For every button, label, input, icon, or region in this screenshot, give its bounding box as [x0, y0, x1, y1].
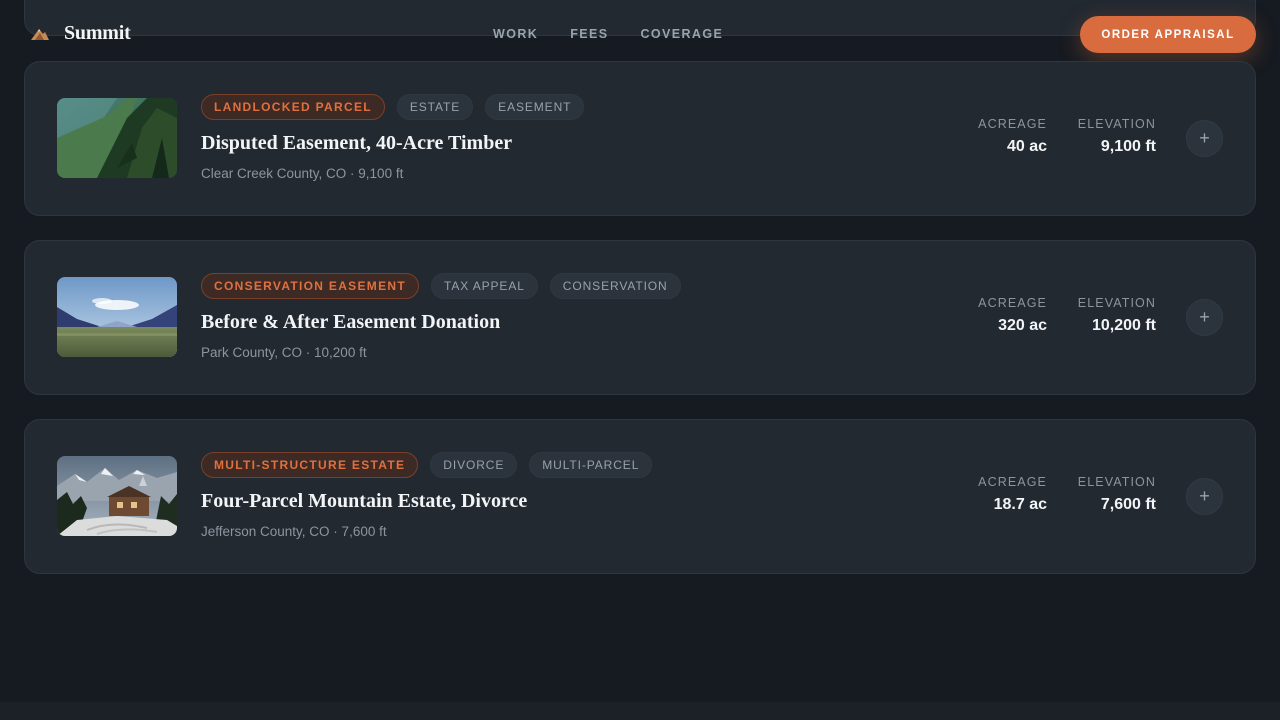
primary-tag[interactable]: CONSERVATION EASEMENT — [201, 273, 419, 299]
primary-tag[interactable]: LANDLOCKED PARCEL — [201, 94, 385, 120]
acreage-stat: ACREAGE 320 ac — [978, 296, 1047, 335]
acreage-label: ACREAGE — [978, 296, 1047, 310]
tag[interactable]: MULTI-PARCEL — [529, 452, 653, 478]
elevation-label: ELEVATION — [1077, 475, 1156, 489]
tag[interactable]: CONSERVATION — [549, 273, 681, 299]
card-location: Jefferson County, CO · 7,600 ft — [201, 524, 387, 539]
elevation-stat: ELEVATION 7,600 ft — [1078, 475, 1156, 514]
acreage-label: ACREAGE — [978, 117, 1047, 131]
acreage-label: ACREAGE — [978, 475, 1047, 489]
brand-name: Summit — [64, 22, 131, 44]
tag[interactable]: EASEMENT — [485, 94, 585, 120]
tag[interactable]: ESTATE — [396, 94, 474, 120]
mountain-logo-icon — [31, 28, 49, 40]
acreage-stat: ACREAGE 18.7 ac — [978, 475, 1047, 514]
acreage-value: 40 ac — [1006, 138, 1047, 155]
card-title[interactable]: Disputed Easement, 40-Acre Timber — [201, 132, 512, 155]
tag-list: CONSERVATION EASEMENT TAX APPEAL CONSERV… — [201, 273, 681, 299]
plus-icon[interactable]: + — [1186, 478, 1223, 515]
acreage-value: 320 ac — [998, 317, 1047, 334]
forest-mountainside-photo — [57, 98, 177, 178]
elevation-value: 10,200 ft — [1091, 317, 1156, 334]
elevation-value: 9,100 ft — [1100, 138, 1156, 155]
acreage-stat: ACREAGE 40 ac — [978, 117, 1047, 156]
card-title[interactable]: Before & After Easement Donation — [201, 311, 500, 334]
site-header: Summit WORK FEES COVERAGE ORDER APPRAISA… — [0, 0, 1280, 68]
brand[interactable]: Summit — [30, 22, 131, 45]
card-title[interactable]: Four-Parcel Mountain Estate, Divorce — [201, 490, 527, 513]
tag[interactable]: TAX APPEAL — [430, 273, 538, 299]
tag[interactable]: DIVORCE — [430, 452, 518, 478]
primary-tag[interactable]: MULTI-STRUCTURE ESTATE — [201, 452, 419, 478]
mountain-estate-photo — [57, 456, 177, 536]
elevation-stat: ELEVATION 10,200 ft — [1078, 296, 1156, 335]
plus-icon[interactable]: + — [1186, 299, 1223, 336]
order-appraisal-button[interactable]: ORDER APPRAISAL — [1080, 16, 1256, 53]
plus-icon[interactable]: + — [1186, 120, 1223, 157]
mountain-valley-photo — [57, 277, 177, 357]
elevation-stat: ELEVATION 9,100 ft — [1078, 117, 1156, 156]
main-nav: WORK FEES COVERAGE — [493, 27, 723, 41]
card-location: Park County, CO · 10,200 ft — [201, 345, 367, 360]
tag-list: MULTI-STRUCTURE ESTATE DIVORCE MULTI-PAR… — [201, 452, 653, 478]
footer — [0, 702, 1280, 720]
elevation-label: ELEVATION — [1077, 117, 1156, 131]
listing-card[interactable]: CONSERVATION EASEMENT TAX APPEAL CONSERV… — [24, 240, 1256, 395]
elevation-label: ELEVATION — [1077, 296, 1156, 310]
nav-link-fees[interactable]: FEES — [570, 27, 608, 41]
card-location: Clear Creek County, CO · 9,100 ft — [201, 166, 404, 181]
nav-link-work[interactable]: WORK — [493, 27, 538, 41]
listing-card[interactable]: LANDLOCKED PARCEL ESTATE EASEMENT Disput… — [24, 61, 1256, 216]
listing-card[interactable]: MULTI-STRUCTURE ESTATE DIVORCE MULTI-PAR… — [24, 419, 1256, 574]
tag-list: LANDLOCKED PARCEL ESTATE EASEMENT — [201, 94, 585, 120]
nav-link-coverage[interactable]: COVERAGE — [640, 27, 723, 41]
page: Summit WORK FEES COVERAGE ORDER APPRAISA… — [0, 0, 1280, 720]
elevation-value: 7,600 ft — [1100, 496, 1156, 513]
acreage-value: 18.7 ac — [993, 496, 1047, 513]
